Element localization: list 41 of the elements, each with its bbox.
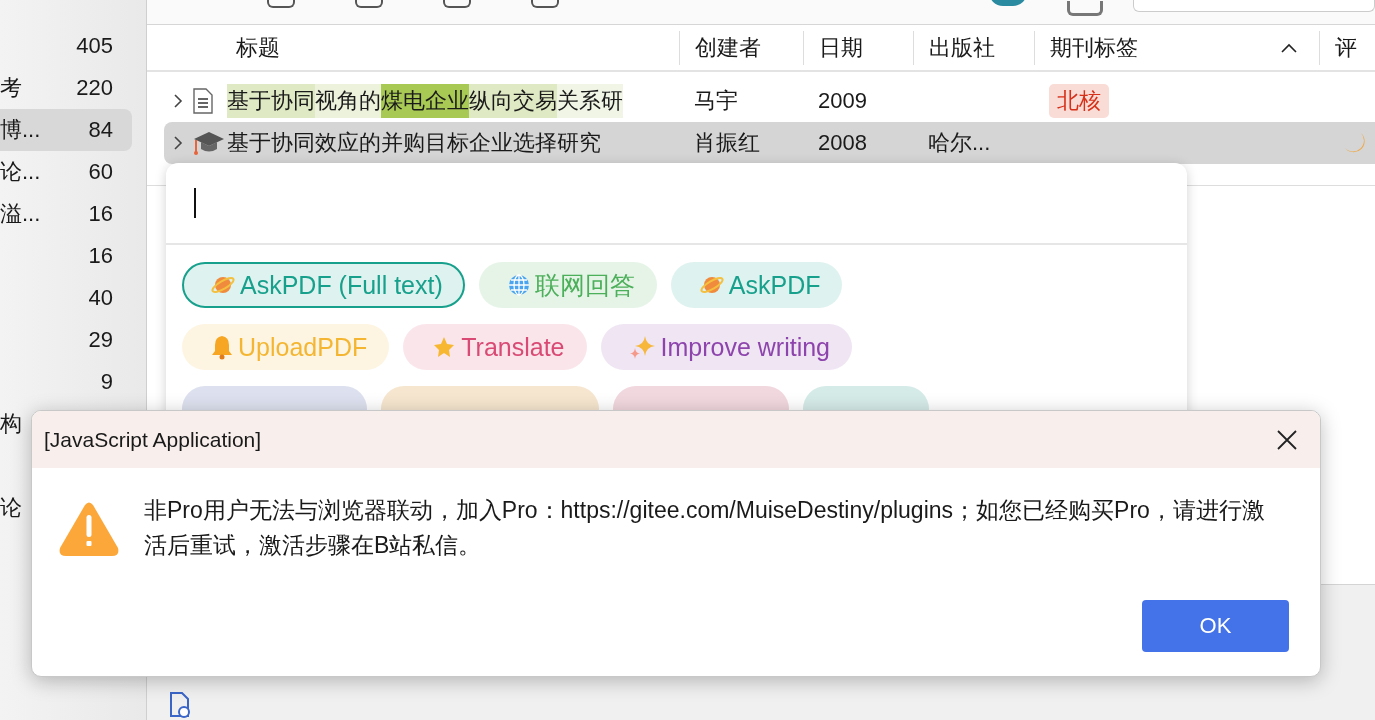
- column-header[interactable]: 创建者: [679, 30, 803, 65]
- sidebar-item[interactable]: 40: [0, 277, 132, 319]
- sidebar-item[interactable]: 16: [0, 235, 132, 277]
- prompt-chip[interactable]: Improve writing: [600, 324, 853, 370]
- column-header[interactable]: 标题: [227, 30, 679, 65]
- sort-ascending-icon[interactable]: [1281, 42, 1297, 53]
- sidebar-item[interactable]: 溢... 16: [0, 193, 132, 235]
- table-row[interactable]: 基于协同效应的并购目标企业选择研究 肖振红 2008 哈尔...: [164, 122, 1375, 164]
- dialog-message: 非Pro用户无法与浏览器联动，加入Pro：https://gitee.com/MuiseDestiny/plugins；如您已经购买Pro，请进行激活后重试，激活步骤在B站私信。: [144, 496, 1266, 560]
- column-header[interactable]: 出版社: [913, 30, 1034, 65]
- document-icon: [193, 87, 213, 114]
- sidebar-item[interactable]: 考 220: [0, 67, 132, 109]
- table-cell: 基于协同视角的煤电企业纵向交易关系研: [227, 83, 679, 118]
- sidebar-item[interactable]: 9: [0, 361, 132, 403]
- search-field[interactable]: [1133, 0, 1375, 12]
- toolbar-icon[interactable]: [1067, 1, 1103, 16]
- graduation-cap-icon: [193, 130, 225, 156]
- table-cell-text: 肖振红: [693, 129, 761, 157]
- column-header[interactable]: 期刊标签: [1034, 30, 1319, 65]
- dialog-title: [JavaScript Application]: [44, 427, 262, 452]
- ok-button[interactable]: OK: [1142, 600, 1289, 652]
- globe-icon: [506, 273, 531, 297]
- table-cell-text: 马宇: [693, 86, 739, 115]
- sidebar-item[interactable]: 29: [0, 319, 132, 361]
- warning-icon: [58, 501, 120, 557]
- expand-chevron-icon[interactable]: [173, 135, 183, 151]
- expand-chevron-icon[interactable]: [173, 92, 183, 109]
- table-cell-text: 2009: [817, 87, 868, 114]
- column-header[interactable]: 评: [1319, 30, 1375, 65]
- sidebar-item[interactable]: 论... 60: [0, 151, 132, 193]
- table-cell-text: 2008: [817, 130, 868, 156]
- table-cell-text: 哈尔...: [927, 129, 992, 157]
- sidebar-item[interactable]: 博... 84: [0, 109, 132, 151]
- column-header[interactable]: 日期: [803, 30, 913, 65]
- sidebar-item[interactable]: 405: [0, 25, 132, 67]
- close-icon[interactable]: [1276, 428, 1298, 451]
- journal-tag: 北核: [1049, 83, 1109, 118]
- table-row[interactable]: 基于协同视角的煤电企业纵向交易关系研 马宇 2009 北核: [164, 79, 1375, 122]
- bell-icon: [210, 334, 234, 360]
- table-cell-text: 基于协同效应的并购目标企业选择研究: [227, 129, 602, 157]
- document-info-icon: [169, 692, 191, 718]
